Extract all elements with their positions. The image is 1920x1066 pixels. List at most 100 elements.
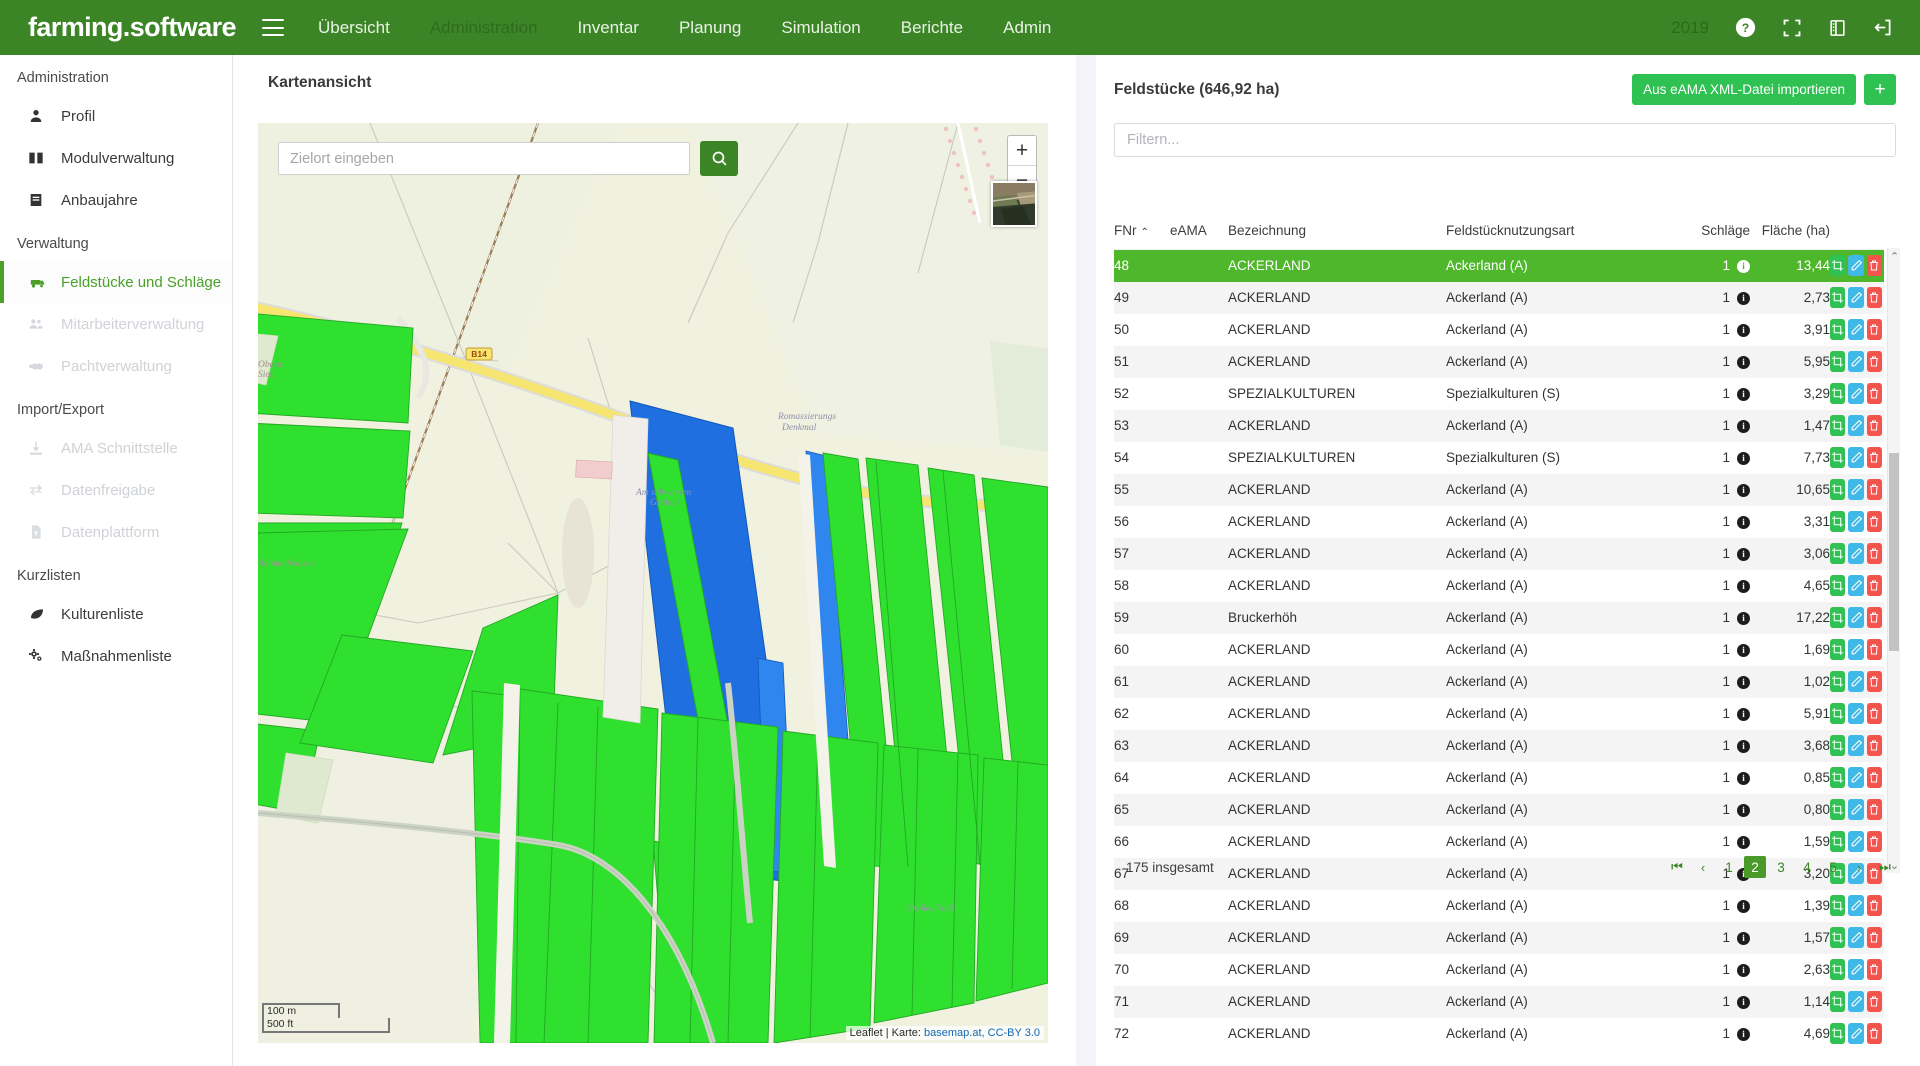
info-icon[interactable]: i: [1737, 1027, 1750, 1041]
edit-button[interactable]: [1848, 607, 1864, 628]
import-eama-xml-button[interactable]: Aus eAMA XML-Datei importieren: [1632, 74, 1856, 105]
measure-button[interactable]: [1830, 799, 1846, 820]
delete-button[interactable]: [1866, 671, 1882, 692]
table-row[interactable]: 49 ACKERLAND Ackerland (A) 1 i 2,73: [1114, 281, 1884, 314]
edit-button[interactable]: [1848, 543, 1864, 564]
info-icon[interactable]: i: [1737, 675, 1750, 689]
measure-button[interactable]: [1830, 703, 1846, 724]
edit-button[interactable]: [1848, 447, 1864, 468]
measure-button[interactable]: [1830, 287, 1846, 308]
pagination-page-1[interactable]: 1: [1718, 856, 1740, 878]
table-row[interactable]: 60 ACKERLAND Ackerland (A) 1 i 1,69: [1114, 634, 1884, 666]
delete-button[interactable]: [1866, 799, 1882, 820]
table-row[interactable]: 58 ACKERLAND Ackerland (A) 1 i 4,65: [1114, 570, 1884, 602]
measure-button[interactable]: [1830, 479, 1846, 500]
edit-button[interactable]: [1848, 735, 1864, 756]
column-header-eama[interactable]: eAMA: [1170, 215, 1228, 250]
table-row[interactable]: 51 ACKERLAND Ackerland (A) 1 i 5,95: [1114, 345, 1884, 378]
edit-button[interactable]: [1848, 511, 1864, 532]
table-row[interactable]: 55 ACKERLAND Ackerland (A) 1 i 10,65: [1114, 473, 1884, 506]
measure-button[interactable]: [1830, 927, 1846, 948]
table-row[interactable]: 63 ACKERLAND Ackerland (A) 1 i 3,68: [1114, 729, 1884, 762]
pagination-prev[interactable]: ‹: [1692, 856, 1714, 878]
edit-button[interactable]: [1848, 415, 1864, 436]
pagination-page-4[interactable]: 4: [1796, 856, 1818, 878]
table-filter-input[interactable]: [1114, 123, 1896, 157]
scroll-up-arrow[interactable]: ⌃: [1888, 248, 1901, 264]
info-icon[interactable]: i: [1737, 771, 1750, 785]
info-icon[interactable]: i: [1737, 355, 1750, 369]
delete-button[interactable]: [1866, 735, 1882, 756]
map-canvas[interactable]: Am schwarzen Graben Romassierungs Denkma…: [258, 123, 1048, 1043]
info-icon[interactable]: i: [1737, 611, 1750, 625]
edit-button[interactable]: [1848, 319, 1864, 340]
measure-button[interactable]: [1830, 319, 1846, 340]
measure-button[interactable]: [1830, 991, 1846, 1012]
measure-button[interactable]: [1830, 895, 1846, 916]
scrollbar-thumb[interactable]: [1889, 453, 1899, 651]
table-row[interactable]: 66 ACKERLAND Ackerland (A) 1 i 1,59: [1114, 826, 1884, 858]
pagination-last[interactable]: ⏭: [1874, 856, 1896, 878]
info-icon[interactable]: i: [1737, 899, 1750, 913]
sidebar-item-anbaujahre[interactable]: Anbaujahre: [0, 179, 232, 221]
table-row[interactable]: 71 ACKERLAND Ackerland (A) 1 i 1,14: [1114, 985, 1884, 1018]
info-icon[interactable]: i: [1737, 387, 1750, 401]
leaflet-map[interactable]: Am schwarzen Graben Romassierungs Denkma…: [258, 123, 1048, 1043]
info-icon[interactable]: i: [1737, 419, 1750, 433]
add-field-button[interactable]: +: [1864, 74, 1896, 105]
measure-button[interactable]: [1830, 639, 1846, 660]
fullscreen-icon[interactable]: [1782, 18, 1802, 38]
table-scrollbar[interactable]: ⌃ ⌄: [1887, 248, 1900, 873]
measure-button[interactable]: [1830, 831, 1846, 852]
sidebar-item-modulverwaltung[interactable]: Modulverwaltung: [0, 137, 232, 179]
delete-button[interactable]: [1866, 639, 1882, 660]
edit-button[interactable]: [1848, 799, 1864, 820]
info-icon[interactable]: i: [1737, 260, 1750, 274]
nav-link-administration[interactable]: Administration: [410, 18, 558, 38]
help-icon[interactable]: ?: [1735, 17, 1756, 38]
info-icon[interactable]: i: [1737, 739, 1750, 753]
measure-button[interactable]: [1830, 351, 1846, 372]
table-row[interactable]: 69 ACKERLAND Ackerland (A) 1 i 1,57: [1114, 921, 1884, 954]
delete-button[interactable]: [1866, 351, 1882, 372]
info-icon[interactable]: i: [1737, 803, 1750, 817]
info-icon[interactable]: i: [1737, 707, 1750, 721]
measure-button[interactable]: [1830, 447, 1846, 468]
table-row[interactable]: 57 ACKERLAND Ackerland (A) 1 i 3,06: [1114, 537, 1884, 570]
info-icon[interactable]: i: [1737, 323, 1750, 337]
delete-button[interactable]: [1866, 319, 1882, 340]
delete-button[interactable]: [1866, 895, 1882, 916]
table-row[interactable]: 70 ACKERLAND Ackerland (A) 1 i 2,63: [1114, 954, 1884, 986]
table-row[interactable]: 72 ACKERLAND Ackerland (A) 1 i 4,69: [1114, 1018, 1884, 1050]
edit-button[interactable]: [1848, 575, 1864, 596]
edit-button[interactable]: [1848, 927, 1864, 948]
column-header-fnr[interactable]: FNr ⌃: [1114, 215, 1170, 250]
delete-button[interactable]: [1866, 767, 1882, 788]
edit-button[interactable]: [1848, 383, 1864, 404]
measure-button[interactable]: [1830, 959, 1846, 980]
pagination-next[interactable]: ›: [1848, 856, 1870, 878]
measure-button[interactable]: [1830, 607, 1846, 628]
table-row[interactable]: 59 Bruckerhöh Ackerland (A) 1 i 17,22: [1114, 601, 1884, 634]
column-header-nutzungsart[interactable]: Feldstücknutzungsart: [1446, 215, 1682, 250]
table-row[interactable]: 62 ACKERLAND Ackerland (A) 1 i 5,91: [1114, 698, 1884, 730]
sidebar-item-feldstckeundschlge[interactable]: Feldstücke und Schläge: [0, 261, 232, 303]
table-row[interactable]: 64 ACKERLAND Ackerland (A) 1 i 0,85: [1114, 762, 1884, 794]
edit-button[interactable]: [1848, 991, 1864, 1012]
column-header-bezeichnung[interactable]: Bezeichnung: [1228, 215, 1446, 250]
edit-button[interactable]: [1848, 671, 1864, 692]
pagination-page-3[interactable]: 3: [1770, 856, 1792, 878]
delete-button[interactable]: [1866, 607, 1882, 628]
delete-button[interactable]: [1866, 287, 1882, 308]
delete-button[interactable]: [1866, 575, 1882, 596]
sidebar-item-profil[interactable]: Profil: [0, 95, 232, 137]
table-row[interactable]: 52 SPEZIALKULTUREN Spezialkulturen (S) 1 i 3,…: [1114, 378, 1884, 410]
info-icon[interactable]: i: [1737, 931, 1750, 945]
attribution-link[interactable]: basemap.at, CC-BY 3.0: [924, 1027, 1040, 1039]
table-row[interactable]: 56 ACKERLAND Ackerland (A) 1 i 3,31: [1114, 506, 1884, 538]
delete-button[interactable]: [1866, 927, 1882, 948]
info-icon[interactable]: i: [1737, 451, 1750, 465]
logout-icon[interactable]: [1873, 17, 1894, 38]
info-icon[interactable]: i: [1737, 579, 1750, 593]
edit-button[interactable]: [1848, 255, 1864, 277]
